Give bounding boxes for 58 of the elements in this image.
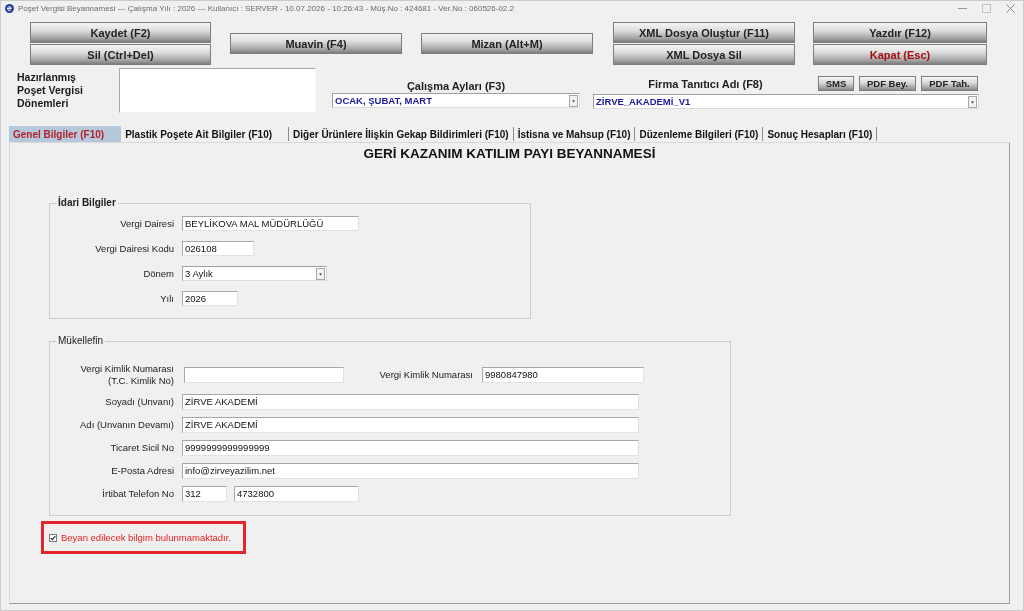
text-field[interactable]: ZİRVE AKADEMİ [182,394,639,410]
small-button[interactable]: SMS [818,76,854,91]
toolbar-button[interactable]: XML Dosya Oluştur (F11) [613,22,795,43]
caret-icon[interactable] [569,94,578,107]
group-title: İdari Bilgiler [57,197,117,209]
field-label: Vergi Dairesi [119,217,174,230]
window-title: Poşet Vergisi Beyannamesi --- Çalışma Yılı : 2026 --- Kullanıcı : SERVER - 10.07.2026 - 10:26:43 - Müş.No : 424681 - Ver.No : 060526-02.2 [18,3,514,14]
field-label: Çalışma Ayları (F3) [405,80,507,92]
field-label: Firma Tanıtıcı Adı (F8) [647,77,764,90]
caret-icon[interactable] [316,267,325,280]
app-logo-icon [5,4,14,13]
close-button[interactable]: Kapat (Esc) [813,44,987,65]
dropdown[interactable]: ZİRVE_AKADEMİ_V1 [593,94,979,109]
field-label: İrtibat Telefon No [101,488,174,500]
toolbar-button[interactable]: Mizan (Alt+M) [421,33,593,54]
text-field[interactable]: 4732800 [234,486,359,502]
text-field[interactable]: 312 [182,486,227,502]
declaration-checkbox[interactable]: Beyan edilecek bilgim bulunmamaktadır. [49,532,232,543]
group-title: Mükellefin [57,335,105,347]
tab[interactable]: Sonuç Hesapları (F10) [763,127,878,141]
text-field[interactable]: 026108 [182,241,254,256]
text-field[interactable]: 9980847980 [482,367,644,383]
text-field[interactable]: ZİRVE AKADEMİ [182,417,639,433]
field-label: Ticaret Sicil No [109,442,174,454]
toolbar-button[interactable]: XML Dosya Sil [613,44,795,65]
small-button[interactable]: PDF Bey. [859,76,916,91]
dropdown[interactable]: OCAK, ŞUBAT, MART [332,93,580,108]
toolbar-button[interactable]: Yazdır (F12) [813,22,987,43]
small-button[interactable]: PDF Tah. [921,76,978,91]
maximize-icon[interactable] [982,4,991,13]
toolbar-button[interactable]: Sil (Ctrl+Del) [30,44,211,65]
field-label: Hazırlanmış Poşet Vergisi Dönemleri [17,70,84,111]
tab[interactable]: Düzenleme Bilgileri (F10) [635,127,764,141]
field-label: Vergi Kimlik Numarası [378,369,473,381]
form-title: GERİ KAZANIM KATILIM PAYI BEYANNAMESİ [362,145,657,162]
text-field[interactable]: 9999999999999999 [182,440,639,456]
list-box[interactable] [119,68,316,113]
field-label: Yılı [159,292,174,305]
checkbox-icon[interactable] [49,533,57,542]
text-field[interactable]: 2026 [182,291,238,306]
tab[interactable]: Genel Bilgiler (F10) [9,126,122,142]
tab[interactable]: Plastik Poşete Ait Bilgiler (F10) [121,127,290,141]
text-field[interactable] [184,367,344,383]
field-label: Vergi Dairesi Kodu [94,242,174,255]
tab[interactable]: İstisna ve Mahsup (F10) [513,127,636,141]
toolbar-button[interactable]: Muavin (F4) [230,33,402,54]
field-label: Soyadı (Unvanı) [104,396,174,408]
caret-icon[interactable] [968,95,977,108]
field-label: Adı (Unvanın Devamı) [79,419,174,431]
field-label: Vergi Kimlik Numarası (T.C. Kimlik No) [79,363,174,387]
close-icon[interactable] [1006,4,1015,13]
text-field[interactable]: BEYLİKOVA MAL MÜDÜRLÜĞÜ [182,216,359,231]
text-field[interactable]: info@zirveyazilim.net [182,463,639,479]
dropdown[interactable]: 3 Aylık [182,266,327,281]
field-label: E-Posta Adresi [110,465,174,477]
toolbar-button[interactable]: Kaydet (F2) [30,22,211,43]
field-label: Dönem [142,267,174,280]
tab[interactable]: Diğer Ürünlere İlişkin Gekap Bildirimleri (F10) [289,127,514,141]
